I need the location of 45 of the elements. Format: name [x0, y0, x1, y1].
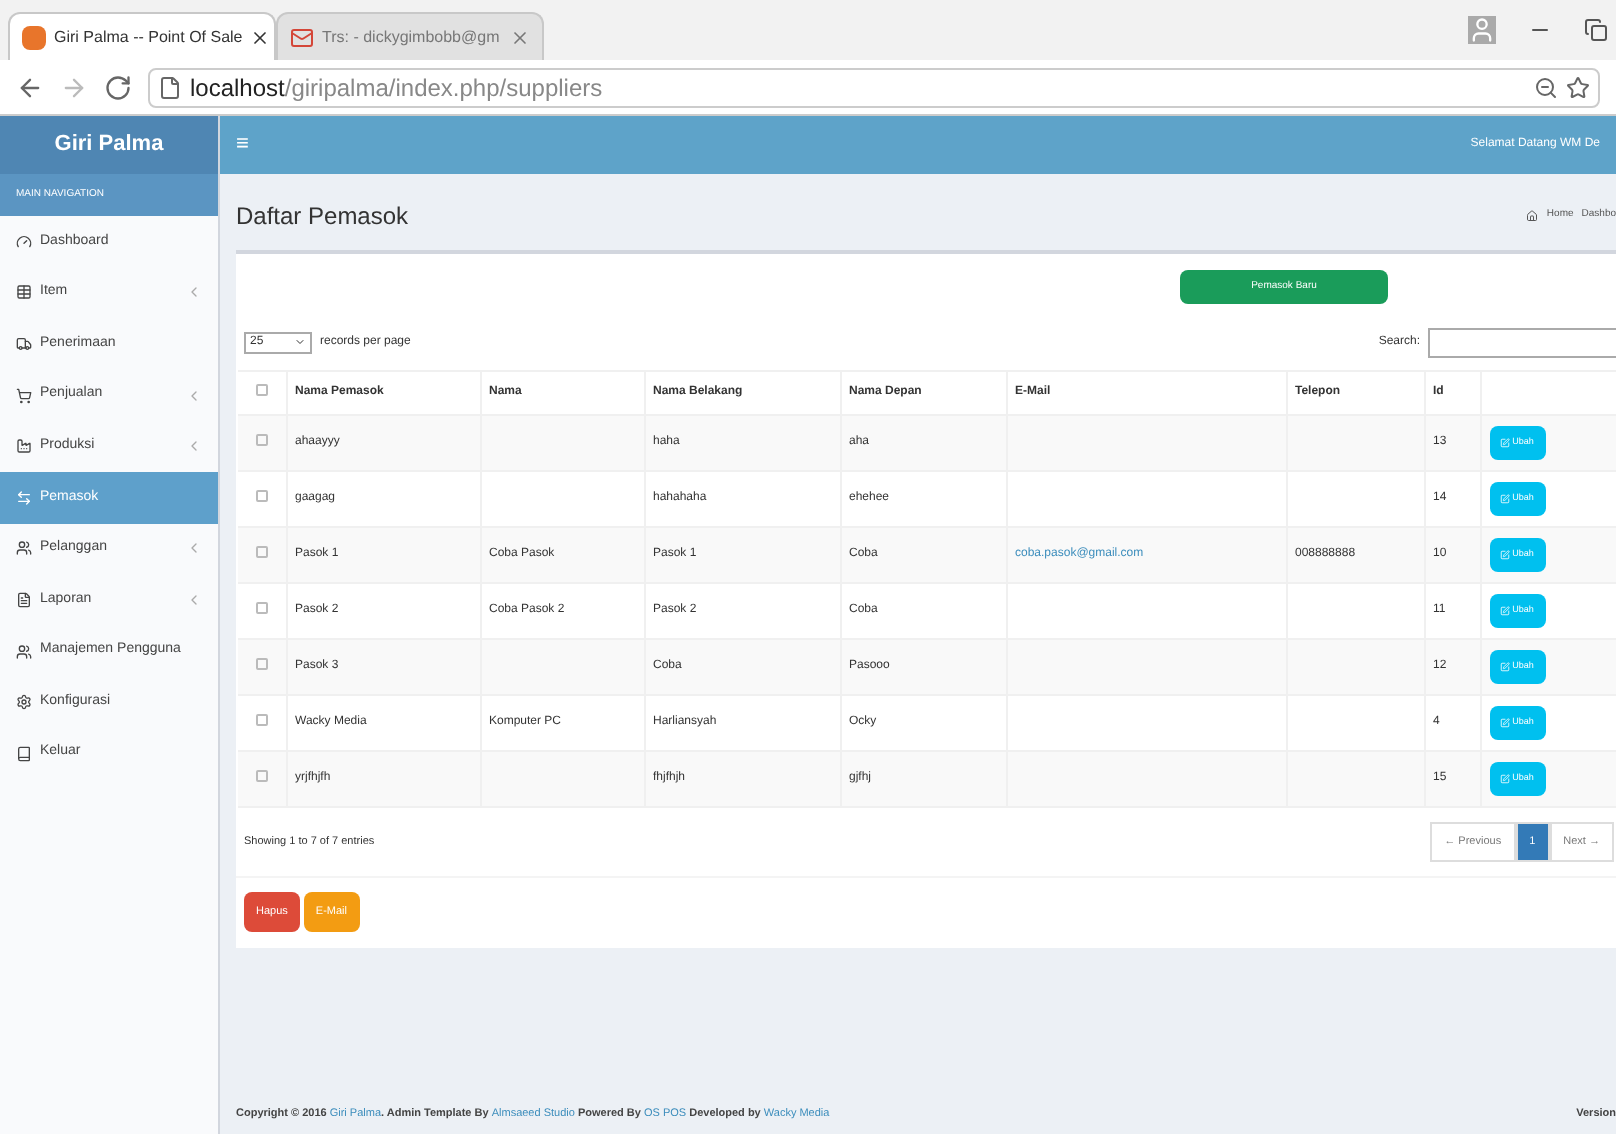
forward-icon[interactable] [60, 73, 88, 101]
dashboard-icon [16, 233, 32, 250]
edit-icon [1500, 550, 1511, 560]
edit-icon [1500, 494, 1511, 504]
users-icon [16, 540, 32, 557]
back-icon[interactable] [16, 73, 44, 101]
edit-icon [1500, 606, 1511, 616]
row-checkbox[interactable] [255, 433, 268, 445]
brand-logo[interactable]: Giri Palma [0, 116, 218, 174]
close-icon[interactable] [250, 27, 271, 47]
edit-icon [1500, 774, 1511, 784]
truck-icon [16, 335, 32, 352]
row-checkbox[interactable] [255, 713, 268, 725]
dropdown-caret-icon [294, 336, 306, 348]
home-icon [1526, 210, 1539, 222]
select-all-checkbox[interactable] [255, 383, 268, 395]
page-icon [158, 75, 182, 99]
row-checkbox[interactable] [255, 769, 268, 781]
browser-tab[interactable]: Trs: - dickygimbobb@gm [276, 12, 544, 60]
exchange-icon [16, 489, 32, 506]
edit-icon [1500, 662, 1511, 672]
restore-icon[interactable] [1584, 18, 1608, 42]
tab-title: Trs: - dickygimbobb@gm [322, 25, 502, 49]
edit-icon [1500, 718, 1511, 728]
row-checkbox[interactable] [255, 601, 268, 613]
tab-title: Giri Palma -- Point Of Sale [54, 25, 243, 49]
file-icon [16, 591, 32, 608]
zoom-out-icon[interactable] [1534, 75, 1558, 99]
edit-icon [1500, 438, 1511, 448]
page-title: Daftar Pemasok [236, 200, 409, 234]
row-checkbox[interactable] [255, 489, 268, 501]
reload-icon[interactable] [104, 73, 132, 101]
search-field[interactable] [1428, 327, 1616, 357]
address-bar[interactable]: localhost/giripalma/index.php/suppliers [148, 67, 1600, 107]
book-icon [16, 745, 32, 762]
row-checkbox[interactable] [255, 657, 268, 669]
row-checkbox[interactable] [255, 545, 268, 557]
cart-icon [16, 387, 32, 404]
browser-tab[interactable]: Giri Palma -- Point Of Sale [8, 12, 276, 60]
profile-icon[interactable] [1468, 16, 1496, 44]
app-icon [22, 25, 46, 49]
users-icon [16, 643, 32, 660]
bookmark-icon[interactable] [1566, 75, 1590, 99]
mail-icon [290, 25, 314, 49]
url-text: localhost/giripalma/index.php/suppliers [190, 71, 603, 105]
